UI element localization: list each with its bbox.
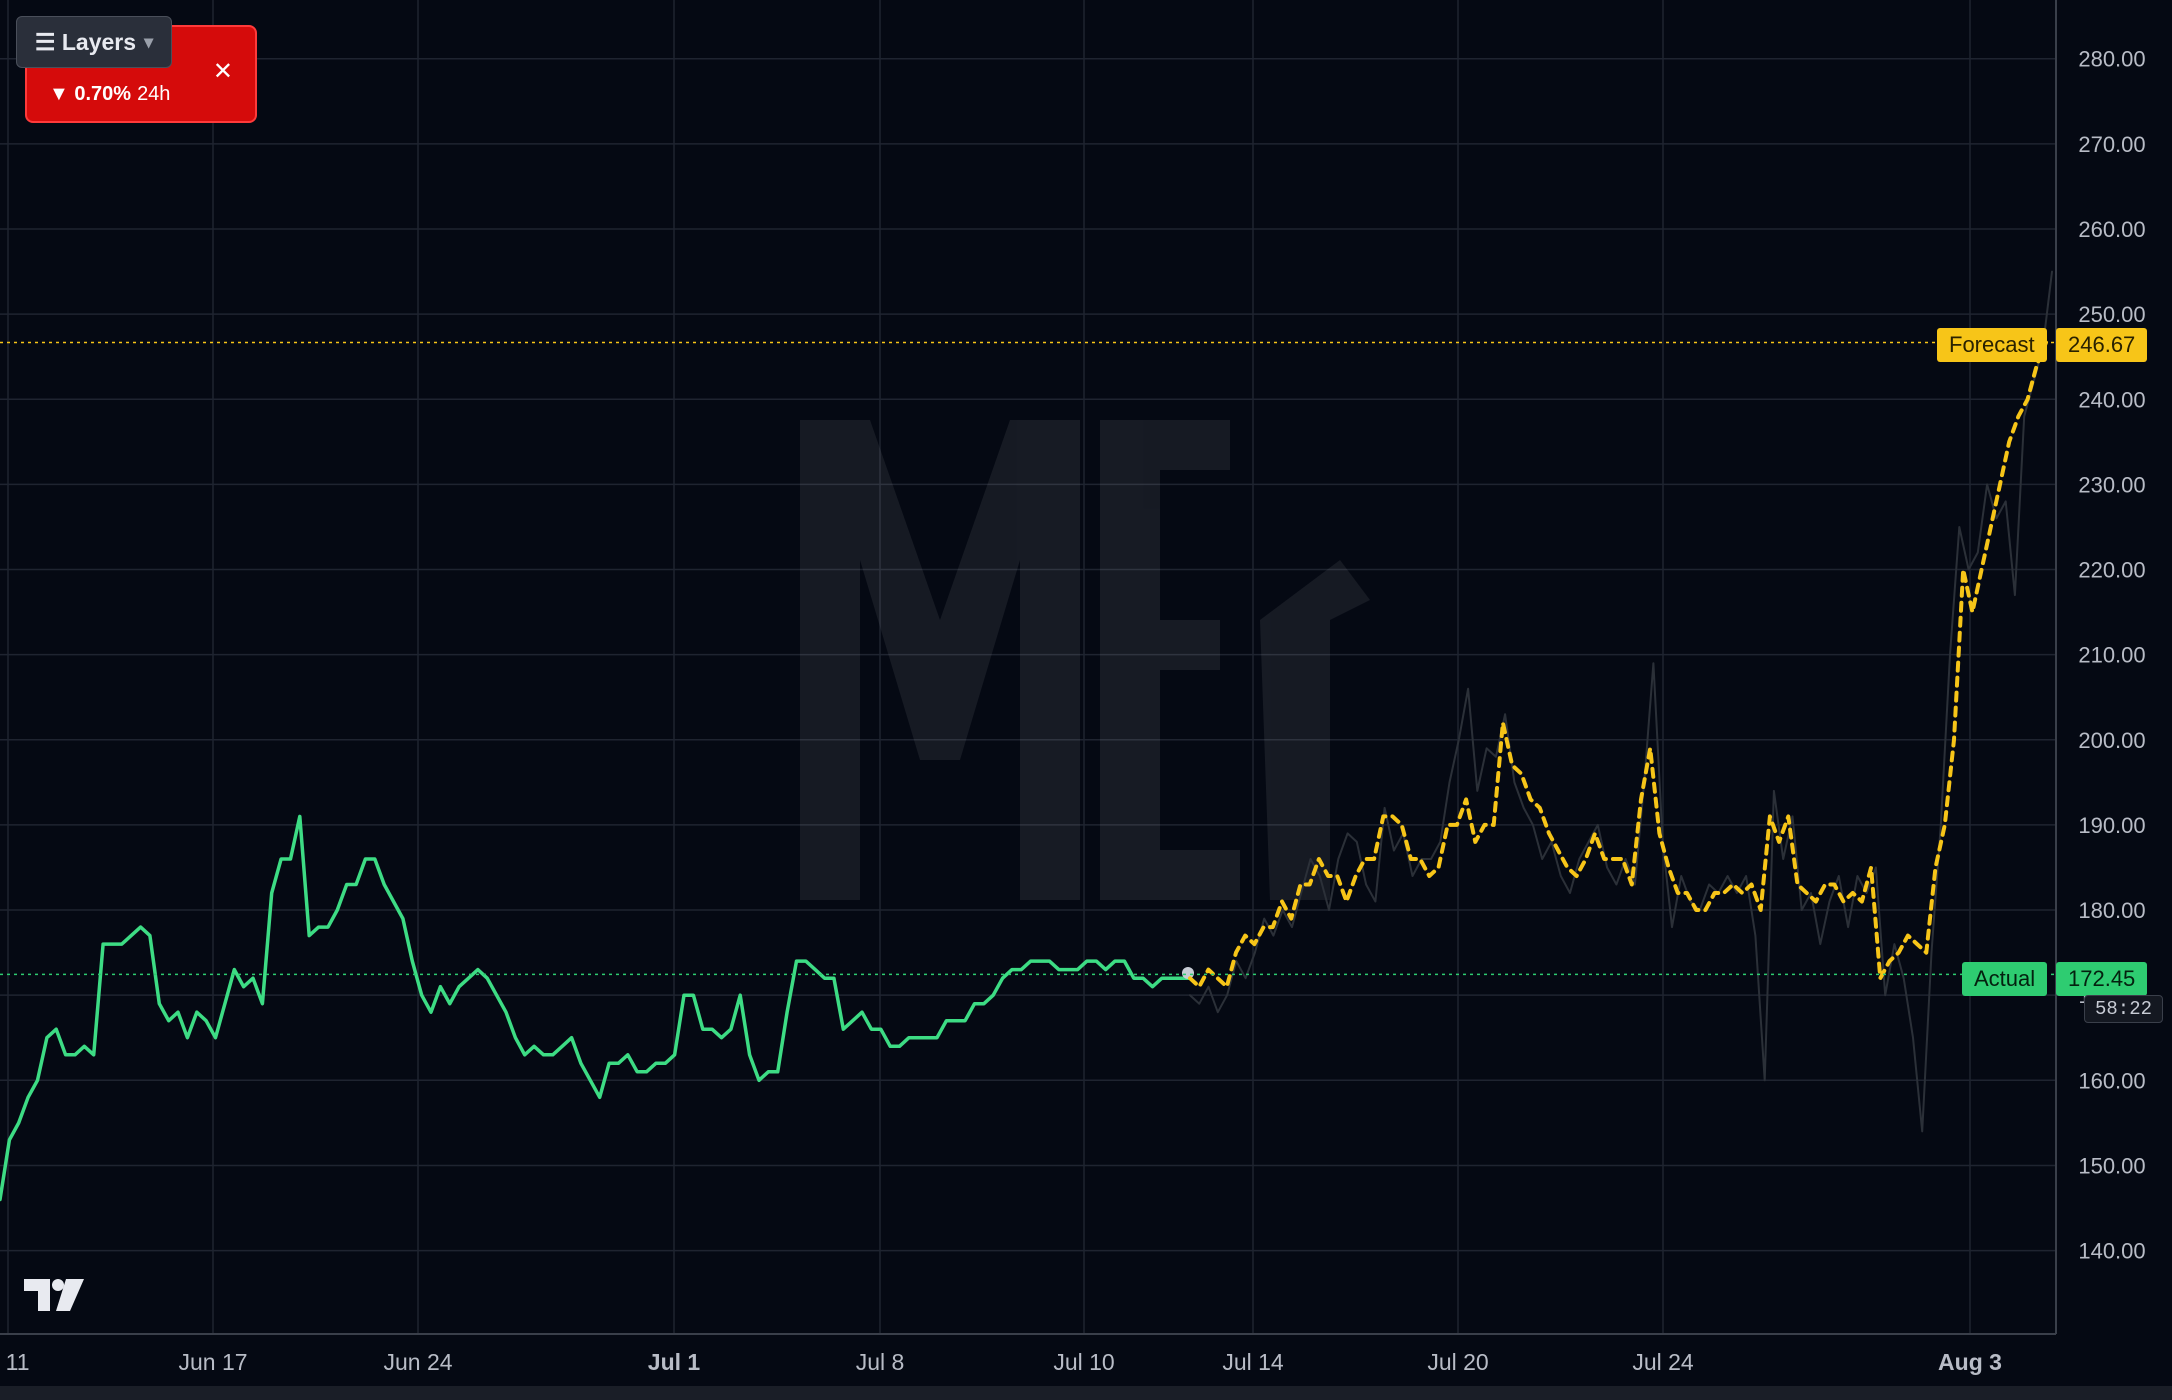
y-tick-label: 220.00 xyxy=(2078,558,2145,583)
price-change-period: 24h xyxy=(137,83,171,105)
x-tick-label: Jul 10 xyxy=(1053,1349,1114,1375)
x-tick-label: Jul 20 xyxy=(1427,1349,1488,1375)
actual-line xyxy=(0,814,1192,1202)
y-tick-label: 240.00 xyxy=(2078,387,2145,412)
chart-grid xyxy=(0,0,2172,1400)
y-tick-label: 160.00 xyxy=(2078,1068,2145,1093)
y-tick-label: 140.00 xyxy=(2078,1239,2145,1264)
tradingview-logo[interactable] xyxy=(22,1277,86,1313)
price-chart[interactable]: 280.00 270.00 260.00 250.00 240.00 230.00 220.… xyxy=(0,0,2172,1400)
actual-value-badge: 172.45 xyxy=(2056,962,2148,996)
x-tick-label: Jun 24 xyxy=(383,1349,452,1375)
y-tick-label: 280.00 xyxy=(2078,47,2145,72)
layers-label: ☰ Layers xyxy=(34,28,137,55)
chevron-down-icon: ▾ xyxy=(144,31,154,52)
y-tick-label: 200.00 xyxy=(2078,728,2145,753)
current-point-marker xyxy=(1182,967,1194,980)
close-icon[interactable]: ✕ xyxy=(213,57,233,86)
actual-series xyxy=(0,814,1194,1202)
price-change-percent: ▼ 0.70% xyxy=(49,83,132,105)
y-tick-label: 190.00 xyxy=(2078,813,2145,838)
y-tick-label: 260.00 xyxy=(2078,217,2145,242)
y-tick-label: 150.00 xyxy=(2078,1153,2145,1178)
bottom-bar xyxy=(0,1386,2172,1400)
y-tick-label: 230.00 xyxy=(2078,472,2145,497)
bar-countdown: 58:22 xyxy=(2084,995,2164,1023)
y-tick-label: 180.00 xyxy=(2078,898,2145,923)
x-tick-label: Jul 24 xyxy=(1632,1349,1694,1375)
x-tick-label: Jul 1 xyxy=(648,1349,701,1375)
y-axis[interactable]: 280.00 270.00 260.00 250.00 240.00 230.00 220.… xyxy=(2078,47,2145,1264)
x-tick-label: Jul 14 xyxy=(1222,1349,1284,1375)
y-tick-label: 250.00 xyxy=(2078,302,2145,327)
x-tick-label: Jul 8 xyxy=(856,1349,905,1375)
x-tick-label: n 11 xyxy=(0,1349,30,1375)
price-change: ▼ 0.70% 24h xyxy=(49,83,170,106)
layers-button[interactable]: ☰ Layers ▾ xyxy=(16,16,172,68)
watermark-logo xyxy=(800,420,1370,900)
forecast-label-badge: Forecast xyxy=(1937,328,2047,362)
x-tick-label: Aug 3 xyxy=(1938,1349,2002,1375)
x-axis[interactable]: n 11 Jun 17 Jun 24 Jul 1 Jul 8 Jul 10 Jul 14 Ju… xyxy=(0,1349,2002,1375)
forecast-value-badge: 246.67 xyxy=(2056,328,2148,362)
y-tick-label: 210.00 xyxy=(2078,643,2145,668)
y-tick-label: 270.00 xyxy=(2078,132,2145,157)
x-tick-label: Jun 17 xyxy=(178,1349,247,1375)
actual-label-badge: Actual xyxy=(1962,962,2048,996)
